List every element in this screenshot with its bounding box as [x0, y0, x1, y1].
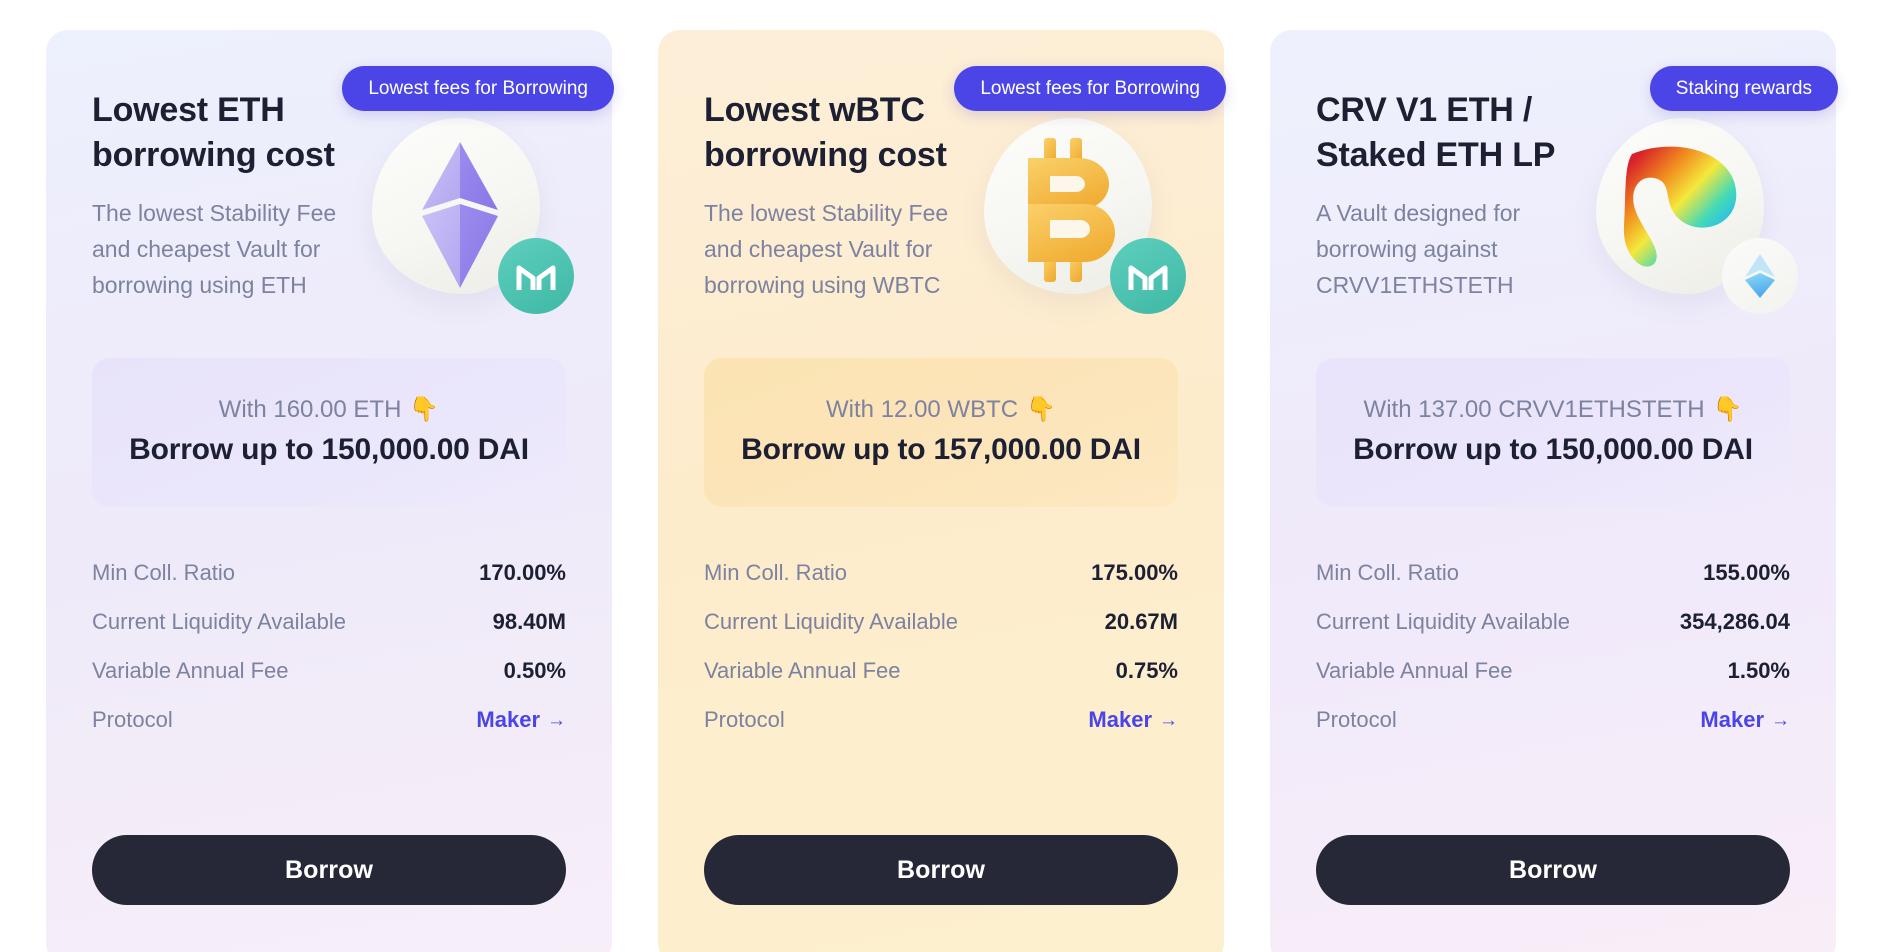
card-badge-eth: Lowest fees for Borrowing: [342, 66, 614, 111]
stat-label: Variable Annual Fee: [1316, 658, 1513, 684]
protocol-label: Protocol: [1316, 707, 1397, 733]
stat-label: Variable Annual Fee: [92, 658, 289, 684]
protocol-link-maker[interactable]: Maker →: [1700, 707, 1790, 733]
protocol-link-label: Maker: [1088, 707, 1152, 733]
stat-label: Min Coll. Ratio: [704, 560, 848, 586]
stat-label: Variable Annual Fee: [704, 658, 901, 684]
card-header-crv: CRV V1 ETH / Staked ETH LP A Vault desig…: [1316, 88, 1798, 328]
vault-card-deck: Lowest fees for Borrowing Lowest ETH bor…: [0, 0, 1891, 952]
stat-row: Min Coll. Ratio 155.00%: [1316, 549, 1790, 598]
card-subtitle-crv: A Vault designed for borrowing against C…: [1316, 200, 1521, 298]
stat-value: 354,286.04: [1679, 609, 1790, 635]
highlight-collateral-eth: With 160.00 ETH 👇: [219, 394, 440, 425]
card-badge-wbtc: Lowest fees for Borrowing: [954, 66, 1226, 111]
stat-row: Current Liquidity Available 98.40M: [92, 598, 566, 647]
stat-row-protocol: Protocol Maker →: [92, 696, 566, 745]
cta-wrapper-wbtc: Borrow: [704, 835, 1178, 905]
protocol-link-maker[interactable]: Maker →: [476, 707, 566, 733]
protocol-label: Protocol: [92, 707, 173, 733]
lido-steth-icon: [1722, 238, 1798, 314]
maker-icon: [1110, 238, 1186, 314]
highlight-collateral-text: With 12.00 WBTC: [826, 396, 1019, 423]
stat-value: 98.40M: [492, 609, 566, 635]
stat-row: Variable Annual Fee 0.50%: [92, 647, 566, 696]
card-artwork-eth: [364, 118, 574, 314]
highlight-collateral-text: With 137.00 CRVV1ETHSTETH: [1363, 396, 1705, 423]
stat-row-protocol: Protocol Maker →: [1316, 696, 1790, 745]
ethereum-icon: [422, 142, 498, 288]
stat-value: 20.67M: [1104, 609, 1178, 635]
maker-icon: [498, 238, 574, 314]
stat-value: 175.00%: [1091, 560, 1178, 586]
stat-value: 0.75%: [1115, 658, 1178, 684]
stats-list-wbtc: Min Coll. Ratio 175.00% Current Liquidit…: [704, 549, 1178, 745]
card-header-eth: Lowest ETH borrowing cost The lowest Sta…: [92, 88, 574, 328]
pointing-hand-icon: 👇: [1026, 395, 1056, 423]
bitcoin-icon: [1028, 138, 1116, 282]
protocol-label: Protocol: [704, 707, 785, 733]
highlight-box-eth: With 160.00 ETH 👇 Borrow up to 150,000.0…: [92, 358, 566, 508]
card-header-wbtc: Lowest wBTC borrowing cost The lowest St…: [704, 88, 1186, 328]
highlight-amount-wbtc: Borrow up to 157,000.00 DAI: [741, 433, 1141, 467]
stat-row: Min Coll. Ratio 175.00%: [704, 549, 1178, 598]
stat-label: Current Liquidity Available: [704, 609, 958, 635]
highlight-amount-crv: Borrow up to 150,000.00 DAI: [1353, 433, 1753, 467]
stat-row: Variable Annual Fee 1.50%: [1316, 647, 1790, 696]
card-artwork-crv: [1588, 118, 1798, 314]
stat-row: Current Liquidity Available 20.67M: [704, 598, 1178, 647]
stat-row: Current Liquidity Available 354,286.04: [1316, 598, 1790, 647]
highlight-box-wbtc: With 12.00 WBTC 👇 Borrow up to 157,000.0…: [704, 358, 1178, 508]
borrow-button-eth[interactable]: Borrow: [92, 835, 566, 905]
highlight-collateral-text: With 160.00 ETH: [218, 396, 402, 423]
card-subtitle-eth: The lowest Stability Fee and cheapest Va…: [92, 200, 337, 298]
stat-value: 170.00%: [479, 560, 566, 586]
vault-card-crv[interactable]: Staking rewards CRV V1 ETH / Staked ETH …: [1270, 30, 1838, 952]
stats-list-eth: Min Coll. Ratio 170.00% Current Liquidit…: [92, 549, 566, 745]
stat-label: Current Liquidity Available: [1316, 609, 1570, 635]
protocol-link-label: Maker: [1700, 707, 1764, 733]
highlight-collateral-crv: With 137.00 CRVV1ETHSTETH 👇: [1364, 394, 1743, 425]
cta-wrapper-crv: Borrow: [1316, 835, 1790, 905]
card-subtitle-wbtc: The lowest Stability Fee and cheapest Va…: [704, 200, 949, 298]
protocol-link-maker[interactable]: Maker →: [1088, 707, 1178, 733]
stat-label: Min Coll. Ratio: [92, 560, 236, 586]
stat-label: Current Liquidity Available: [92, 609, 346, 635]
borrow-button-wbtc[interactable]: Borrow: [704, 835, 1178, 905]
stat-value: 1.50%: [1727, 658, 1790, 684]
stat-value: 155.00%: [1703, 560, 1790, 586]
highlight-amount-eth: Borrow up to 150,000.00 DAI: [129, 433, 529, 467]
vault-card-eth[interactable]: Lowest fees for Borrowing Lowest ETH bor…: [46, 30, 614, 952]
protocol-link-label: Maker: [476, 707, 540, 733]
arrow-right-icon: →: [1771, 709, 1790, 731]
pointing-hand-icon: 👇: [409, 395, 440, 423]
borrow-button-crv[interactable]: Borrow: [1316, 835, 1790, 905]
arrow-right-icon: →: [547, 709, 566, 731]
stats-list-crv: Min Coll. Ratio 155.00% Current Liquidit…: [1316, 549, 1790, 745]
cta-wrapper-eth: Borrow: [92, 835, 566, 905]
vault-card-wbtc[interactable]: Lowest fees for Borrowing Lowest wBTC bo…: [658, 30, 1226, 952]
stat-row: Variable Annual Fee 0.75%: [704, 647, 1178, 696]
card-artwork-wbtc: [976, 118, 1186, 314]
stat-row: Min Coll. Ratio 170.00%: [92, 549, 566, 598]
highlight-collateral-wbtc: With 12.00 WBTC 👇: [826, 394, 1056, 425]
stat-row-protocol: Protocol Maker →: [704, 696, 1178, 745]
highlight-box-crv: With 137.00 CRVV1ETHSTETH 👇 Borrow up to…: [1316, 358, 1790, 508]
stat-value: 0.50%: [503, 658, 566, 684]
card-badge-crv: Staking rewards: [1649, 66, 1838, 111]
stat-label: Min Coll. Ratio: [1316, 560, 1460, 586]
arrow-right-icon: →: [1159, 709, 1178, 731]
pointing-hand-icon: 👇: [1712, 395, 1743, 423]
